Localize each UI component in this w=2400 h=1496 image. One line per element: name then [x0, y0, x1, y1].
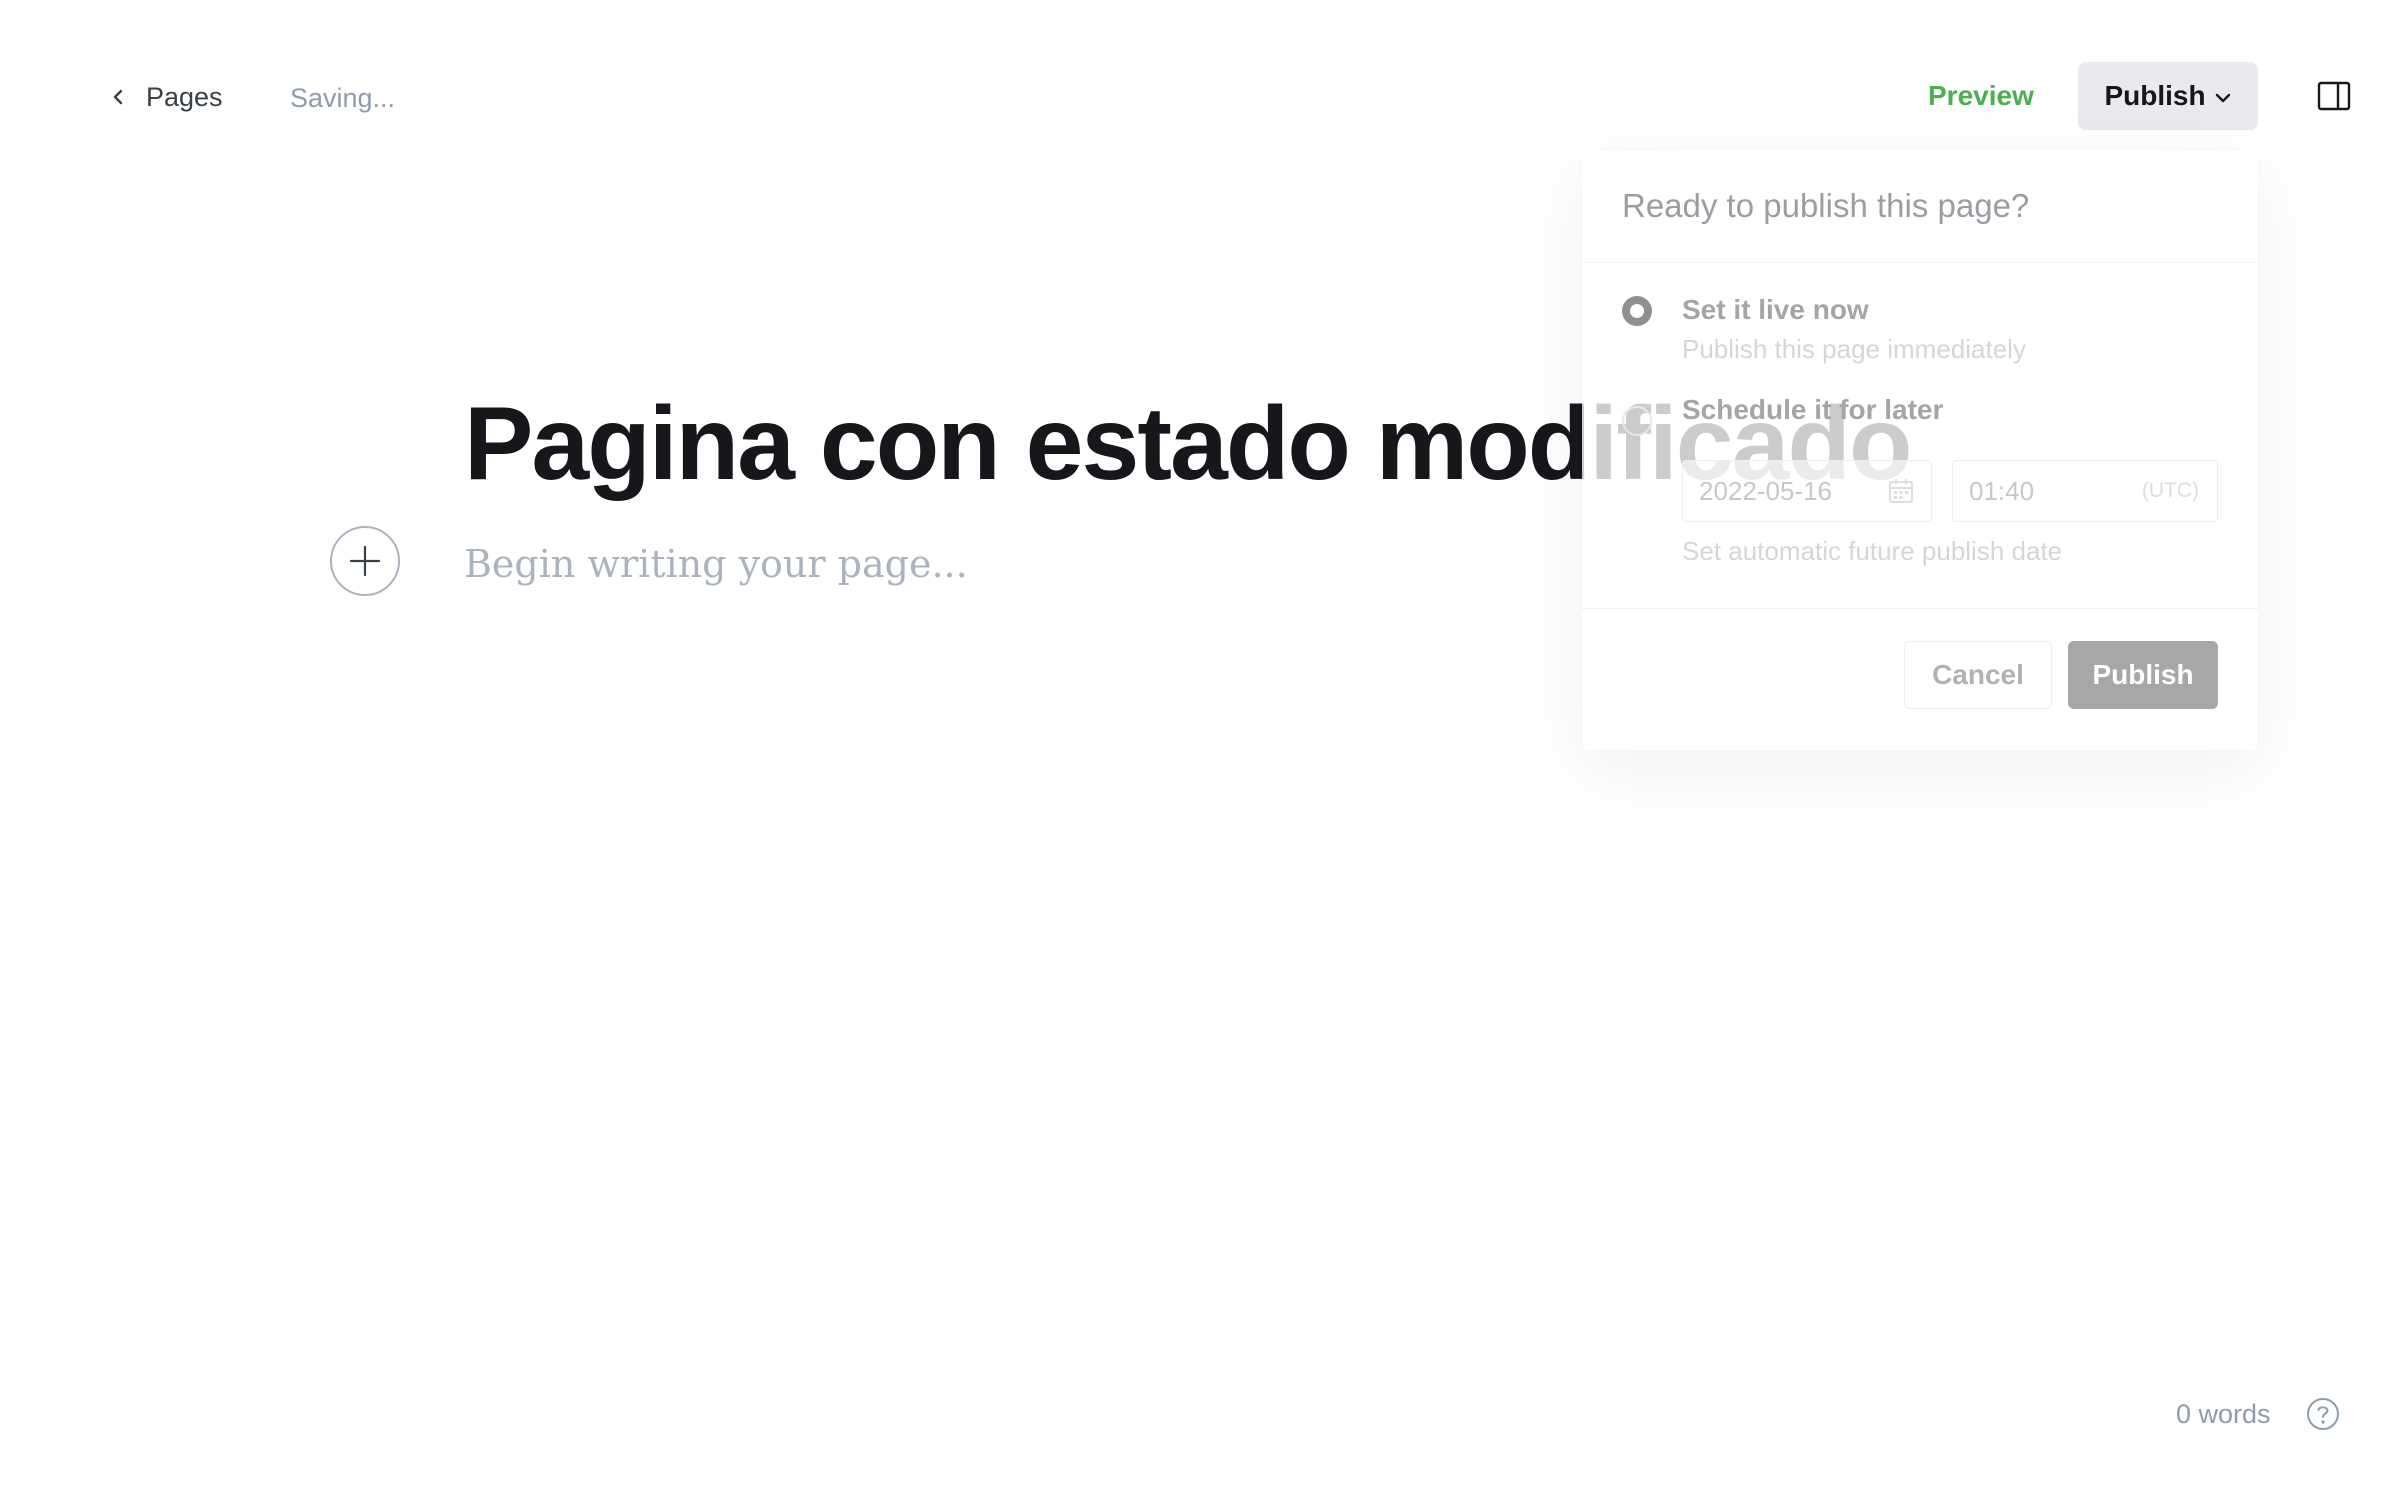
option-schedule-label: Schedule it for later	[1682, 394, 1944, 425]
body-editor[interactable]: Begin writing your page...	[464, 536, 968, 592]
radio-schedule[interactable]	[1622, 406, 1652, 436]
schedule-time-input[interactable]: 01:40 (UTC)	[1952, 460, 2218, 522]
cancel-button[interactable]: Cancel	[1904, 641, 2052, 709]
chevron-down-icon	[2215, 93, 2230, 103]
schedule-time-value: 01:40	[1969, 476, 2035, 506]
publish-dropdown-heading: Ready to publish this page?	[1582, 150, 2258, 263]
option-publish-now-label: Set it live now	[1682, 294, 1869, 325]
publish-dropdown-footer: Cancel Publish	[1582, 608, 2258, 751]
option-schedule-description: Set automatic future publish date	[1682, 536, 2063, 566]
add-card-button[interactable]	[330, 526, 400, 596]
publish-menu-button[interactable]: Publish	[2078, 62, 2258, 130]
calendar-icon[interactable]	[1887, 477, 1915, 505]
timezone-label: (UTC)	[2141, 479, 2199, 502]
publish-menu-label: Publish	[2104, 80, 2206, 111]
back-to-pages-link[interactable]: Pages	[108, 76, 223, 118]
editor-page: Pages Saving... Preview Publish Pagina c…	[0, 0, 2400, 1496]
back-link-label: Pages	[146, 81, 223, 112]
sidebar-toggle-icon[interactable]	[2316, 78, 2352, 114]
radio-publish-now[interactable]	[1622, 296, 1652, 326]
preview-button[interactable]: Preview	[1928, 74, 2034, 118]
option-publish-now-description: Publish this page immediately	[1682, 334, 2026, 364]
help-icon[interactable]	[2306, 1397, 2340, 1431]
schedule-date-input[interactable]: 2022-05-16	[1682, 460, 1932, 522]
word-count: 0 words	[2176, 1399, 2271, 1429]
confirm-publish-button[interactable]: Publish	[2068, 641, 2218, 709]
plus-icon	[349, 545, 381, 577]
save-status: Saving...	[290, 83, 396, 113]
chevron-left-icon	[113, 89, 123, 105]
publish-dropdown: Ready to publish this page? Set it live …	[1582, 150, 2258, 750]
schedule-date-value: 2022-05-16	[1699, 476, 1832, 506]
